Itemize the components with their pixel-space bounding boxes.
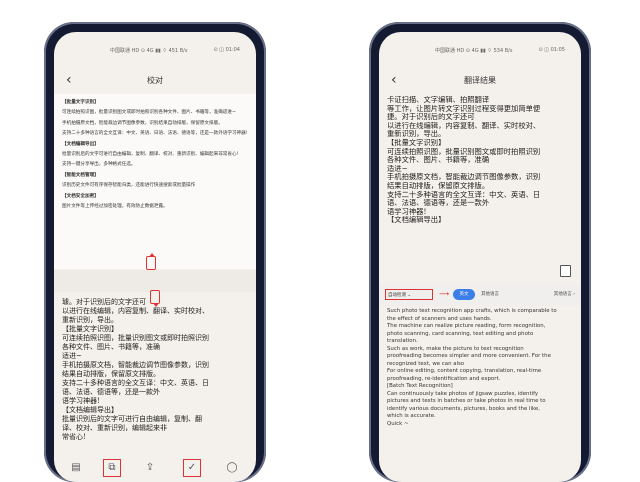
- doc-paragraph: 可连续拍照识图，批量识别图文或即时拍照识别各种文件、图片、书籍等，准确适进~: [62, 110, 236, 116]
- doc-paragraph: 支持一键分享导出，多种格式任选。: [62, 162, 136, 168]
- copy-icon[interactable]: [560, 265, 571, 277]
- text-line: 批量识别后的文字可进行自由编辑，复制、翻: [62, 415, 202, 423]
- text-line: 结果自动排版，保留原文排版。: [387, 181, 490, 190]
- left-status-time: ⊙ ◫ 01:04: [213, 47, 240, 53]
- proofread-icon[interactable]: ✓: [183, 459, 201, 477]
- source-text[interactable]: 卡证扫描、文字编辑、拍照翻译 等工作，让图片转文字识别过程变得更加简单便 捷。对于识…: [387, 96, 575, 225]
- translation-line: proofreading, re-identification and expo…: [387, 375, 501, 382]
- text-line: 常省心!: [62, 433, 86, 441]
- document-icon[interactable]: ▤: [70, 462, 82, 474]
- swap-arrow-icon[interactable]: ⟶: [439, 289, 449, 300]
- more-languages-option[interactable]: 其他语言 ›: [554, 289, 575, 300]
- text-line: 【批量文字识别】: [387, 138, 446, 147]
- split-divider[interactable]: [54, 270, 256, 292]
- translation-line: recognized text, we can also: [387, 360, 465, 367]
- text-line: 以进行在线编辑，内容复制、翻译、实时校对、: [387, 121, 541, 130]
- left-phone: 中国联通 HD ⊙ 4G ▮▮ ⌔ 451 B/s ⊙ ◫ 01:04 ‹ 校对…: [44, 22, 266, 482]
- translation-result[interactable]: Such photo text recognition app crafts, …: [387, 308, 575, 428]
- translation-line: pictures and texts in batches or take ph…: [387, 398, 546, 404]
- text-line: 手机拍摄原文档，智能裁边调节图像参数，识别: [62, 361, 209, 369]
- text-line: 适进~: [62, 352, 82, 360]
- text-line: 支持二十多种语言的全文互译：中文、英语、日: [387, 190, 541, 199]
- other-language-option[interactable]: 其他语言: [481, 289, 499, 300]
- right-status-time: ⊙ ◫ 01:05: [538, 47, 565, 53]
- left-status-bar: 中国联通 HD ⊙ 4G ▮▮ ⌔ 451 B/s ⊙ ◫ 01:04: [54, 44, 256, 58]
- left-screen: 中国联通 HD ⊙ 4G ▮▮ ⌔ 451 B/s ⊙ ◫ 01:04 ‹ 校对…: [54, 32, 256, 482]
- source-language-select[interactable]: 自动检测 ⌄: [385, 289, 433, 300]
- text-line: 语学习神器!: [62, 397, 100, 405]
- text-line: 译、校对、重新识别，编辑起来非: [62, 424, 167, 432]
- text-line: 璩。对于识别后的文字还可: [62, 298, 146, 306]
- text-line: 重新识别，导出。: [387, 130, 446, 139]
- left-header: ‹ 校对: [54, 70, 256, 92]
- translation-line: proofreading becomes simpler and more co…: [387, 353, 551, 359]
- right-page-title: 翻译结果: [464, 76, 496, 85]
- translation-line: Quick ~: [387, 420, 409, 427]
- left-status-carrier: 中国联通 HD ⊙ 4G ▮▮ ⌔ 451 B/s: [110, 48, 188, 54]
- text-line: 手机拍摄原文档，智能裁边调节图像参数，识别: [387, 173, 541, 182]
- text-line: 等工作，让图片转文字识别过程变得更加简单便: [387, 104, 541, 113]
- text-line: 语学习神器!: [387, 207, 427, 216]
- doc-paragraph: 支持二十多种语言的全文互译：中文、英语、日语、法语、德语等，还是一款外语学习神器…: [62, 131, 248, 137]
- translation-line: Such photo text recognition app crafts, …: [387, 308, 557, 314]
- right-phone: 中国联通 HD ⊙ 4G ▮▮ ⌔ 534 B/s ⊙ ◫ 01:05 ‹ 翻译…: [369, 22, 591, 482]
- text-line: 语、法语、德语等，还是一款外: [62, 388, 160, 396]
- text-line: 可连续拍照识图，批量识别图文或即时拍照识别: [62, 334, 209, 342]
- translation-line: translation.: [387, 338, 418, 344]
- doc-heading: 【文档编辑导出】: [62, 141, 99, 147]
- bottom-toolbar: ▤ ⧉ ⇪ ✓ ◯: [54, 459, 256, 478]
- text-line: 语、法语、德语等，还是一款外: [387, 199, 490, 208]
- text-line: 各种文件、图片、书籍等，准确: [62, 343, 160, 351]
- doc-paragraph: 手机拍摄原文档，智能裁边调节图像参数，识别结果自动排版，保留原文排版。: [62, 120, 223, 126]
- translation-line: [Batch Text Recognition]: [387, 383, 453, 389]
- translation-line: The machine can realize picture reading,…: [387, 323, 546, 329]
- text-line: 可连续拍照识图，批量识别图文或即时拍照识别: [387, 147, 541, 156]
- text-line: 支持二十多种语言的全文互译：中文、英语、日: [62, 379, 209, 387]
- right-screen: 中国联通 HD ⊙ 4G ▮▮ ⌔ 534 B/s ⊙ ◫ 01:05 ‹ 翻译…: [379, 32, 581, 482]
- doc-paragraph: 批量识别后的文字可进行自由编辑，复制、翻译、校对、重新识别、编辑起来非常省心!: [62, 151, 239, 157]
- left-page-title: 校对: [147, 76, 163, 85]
- right-status-carrier: 中国联通 HD ⊙ 4G ▮▮ ⌔ 534 B/s: [435, 48, 513, 54]
- text-line: 重新识别，导出。: [62, 316, 118, 324]
- doc-heading: 【批量文字识别】: [62, 100, 99, 105]
- text-line: 各种文件、图片、书籍等，准确: [387, 156, 490, 165]
- right-header: ‹ 翻译结果: [379, 70, 581, 92]
- translation-line: For online editing, content copying, tra…: [387, 368, 542, 374]
- text-line: 卡证扫描、文字编辑、拍照翻译: [387, 96, 490, 104]
- text-line: 适进~: [387, 164, 408, 173]
- doc-paragraph: 图片文件等上传经过加密处理，有效防止数据泄露。: [62, 203, 168, 209]
- translation-line: Such as work, make the picture to text r…: [387, 345, 524, 352]
- translation-line: Can continuously take photos of jigsaw p…: [387, 390, 539, 397]
- text-line: 捷。对于识别后的文字还可: [387, 113, 475, 122]
- doc-paragraph: 识别历史文件可有序保存智能归类，还能进行快速搜索或批量操作: [62, 183, 196, 189]
- target-english-button[interactable]: 英文: [453, 289, 475, 300]
- translation-line: which is accurate.: [387, 413, 436, 419]
- done-icon[interactable]: ◯: [226, 462, 238, 474]
- right-status-bar: 中国联通 HD ⊙ 4G ▮▮ ⌔ 534 B/s ⊙ ◫ 01:05: [379, 44, 581, 58]
- compare-icon[interactable]: ⧉: [103, 459, 121, 477]
- recognized-text[interactable]: 璩。对于识别后的文字还可 以进行在线编辑，内容复制、翻译、实时校对、 重新识别，导出…: [62, 298, 248, 442]
- translation-line: photo scanning, card scanning, text edit…: [387, 330, 534, 337]
- text-line: 【批量文字识别】: [62, 325, 118, 333]
- text-line: 以进行在线编辑，内容复制、翻译、实时校对、: [62, 307, 209, 315]
- translation-line: identify various documents, pictures, bo…: [387, 405, 540, 412]
- share-icon[interactable]: ⇪: [144, 462, 156, 474]
- text-line: 结果自动排版，保留原文排版。: [62, 370, 160, 378]
- doc-heading: 【文档安全加密】: [62, 193, 99, 199]
- language-bar: 自动检测 ⌄ ⟶ 英文 其他语言 其他语言 ›: [379, 284, 581, 306]
- text-line: 【文档编辑导出】: [62, 406, 118, 414]
- scanned-document: 【批量文字识别】可连续拍照识图，批量识别图文或即时拍照识别各种文件、图片、书籍等…: [54, 94, 256, 269]
- arrow-up-icon: [146, 253, 156, 270]
- text-line: 【文档编辑导出】: [387, 216, 446, 225]
- doc-heading: 【智能文档管理】: [62, 172, 99, 178]
- translation-line: the effect of scanners and uses hands.: [387, 315, 492, 322]
